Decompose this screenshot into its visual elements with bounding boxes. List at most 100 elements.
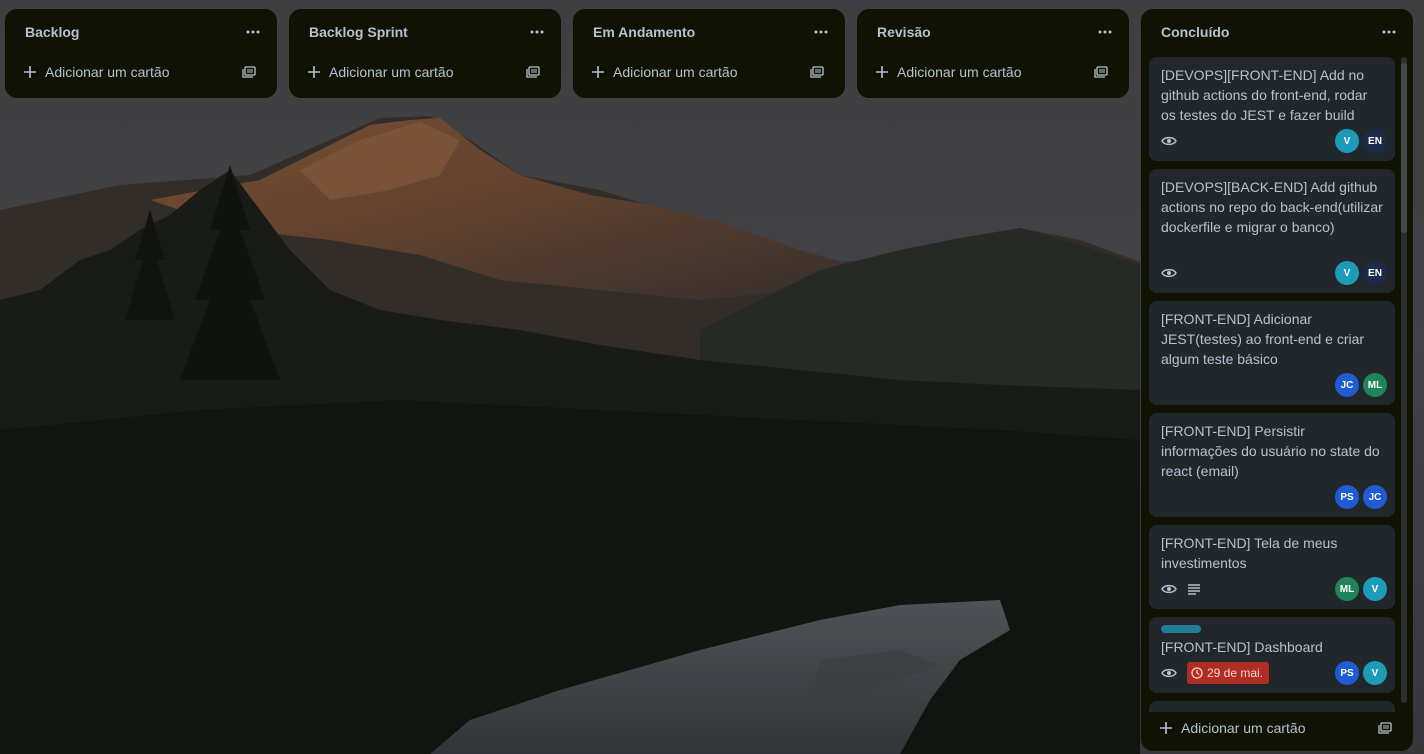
avatar[interactable]: ML (1335, 577, 1359, 601)
avatar[interactable]: JC (1363, 485, 1387, 509)
due-date-label: 29 de mai. (1207, 666, 1264, 680)
list-footer: Adicionar um cartão (581, 55, 837, 89)
plus-icon (1160, 722, 1172, 734)
template-icon (1094, 66, 1108, 78)
list-menu-button[interactable] (1093, 20, 1117, 44)
card-badges (1161, 267, 1177, 279)
avatar[interactable]: JC (1335, 373, 1359, 397)
card[interactable]: [DEVOPS][FRONT-END] Add no github action… (1149, 57, 1395, 161)
create-from-template-button[interactable] (1373, 716, 1397, 740)
avatar[interactable]: PS (1335, 485, 1359, 509)
card[interactable]: [FRONT-END] Persistir informações do usu… (1149, 413, 1395, 517)
avatar[interactable]: PS (1335, 661, 1359, 685)
add-card-label: Adicionar um cartão (45, 64, 170, 80)
list-footer: Adicionar um cartão (13, 55, 269, 89)
eye-icon (1161, 136, 1177, 146)
list-header: Backlog Sprint (289, 9, 561, 55)
list-title[interactable]: Em Andamento (593, 24, 695, 40)
list-title[interactable]: Backlog (25, 24, 79, 40)
list-em-andamento: Em Andamento Adicionar um cartão (573, 9, 845, 98)
create-from-template-button[interactable] (521, 60, 545, 84)
list-header: Em Andamento (573, 9, 845, 55)
card-title: [FRONT-END] Dashboard (1161, 639, 1323, 655)
more-horizontal-icon (1098, 30, 1112, 34)
card-footer: JC ML (1161, 373, 1387, 397)
eye-icon (1161, 668, 1177, 678)
card-members: PS V (1335, 661, 1387, 685)
add-card-label: Adicionar um cartão (1181, 720, 1306, 736)
list-menu-button[interactable] (525, 20, 549, 44)
card[interactable]: [FRONT-END] Tela de meus investimentos M… (1149, 525, 1395, 609)
card-title: [DEVOPS][BACK-END] Add github actions no… (1161, 179, 1383, 235)
list-menu-button[interactable] (241, 20, 265, 44)
avatar[interactable]: V (1363, 661, 1387, 685)
card-members: JC ML (1335, 373, 1387, 397)
add-card-button[interactable]: Adicionar um cartão (1159, 720, 1306, 736)
create-from-template-button[interactable] (805, 60, 829, 84)
card-badges: 29 de mai. (1161, 662, 1270, 684)
list-footer: Adicionar um cartão (1149, 711, 1405, 745)
card-list-scrollbar[interactable] (1401, 57, 1407, 703)
card[interactable]: [FRONT-END] Dashboard 29 de mai. PS V (1149, 617, 1395, 693)
list-header: Backlog (5, 9, 277, 55)
add-card-label: Adicionar um cartão (329, 64, 454, 80)
avatar[interactable]: ML (1363, 373, 1387, 397)
avatar[interactable]: V (1335, 129, 1359, 153)
card-title: [FRONT-END] Tela de meus investimentos (1161, 535, 1338, 571)
card-title: [FRONT-END] Adicionar JEST(testes) ao fr… (1161, 311, 1365, 367)
eye-icon (1161, 268, 1177, 278)
add-card-button[interactable]: Adicionar um cartão (23, 64, 170, 80)
card-footer: 29 de mai. PS V (1161, 661, 1387, 685)
list-header: Revisão (857, 9, 1129, 55)
more-horizontal-icon (1382, 30, 1396, 34)
plus-icon (308, 66, 320, 78)
template-icon (1378, 722, 1392, 734)
list-footer: Adicionar um cartão (297, 55, 553, 89)
create-from-template-button[interactable] (237, 60, 261, 84)
card-label[interactable] (1161, 625, 1201, 633)
list-revisao: Revisão Adicionar um cartão (857, 9, 1129, 98)
list-footer: Adicionar um cartão (865, 55, 1121, 89)
add-card-label: Adicionar um cartão (613, 64, 738, 80)
create-from-template-button[interactable] (1089, 60, 1113, 84)
plus-icon (24, 66, 36, 78)
template-icon (526, 66, 540, 78)
add-card-label: Adicionar um cartão (897, 64, 1022, 80)
list-menu-button[interactable] (809, 20, 833, 44)
plus-icon (876, 66, 888, 78)
more-horizontal-icon (530, 30, 544, 34)
list-title[interactable]: Revisão (877, 24, 931, 40)
more-horizontal-icon (246, 30, 260, 34)
board-canvas: Backlog Adicionar um cartão Backlog Spri… (0, 0, 1424, 754)
card-footer: ML V (1161, 577, 1387, 601)
card-list[interactable]: [DEVOPS][FRONT-END] Add no github action… (1149, 57, 1395, 712)
add-card-button[interactable]: Adicionar um cartão (307, 64, 454, 80)
list-backlog-sprint: Backlog Sprint Adicionar um cartão (289, 9, 561, 98)
clock-icon (1191, 667, 1203, 679)
list-title[interactable]: Backlog Sprint (309, 24, 408, 40)
scrollbar-thumb[interactable] (1401, 63, 1407, 233)
list-menu-button[interactable] (1377, 20, 1401, 44)
card-members: PS JC (1335, 485, 1387, 509)
more-horizontal-icon (814, 30, 828, 34)
due-date-badge[interactable]: 29 de mai. (1187, 662, 1270, 684)
add-card-button[interactable]: Adicionar um cartão (591, 64, 738, 80)
avatar[interactable]: V (1363, 577, 1387, 601)
card[interactable]: [FRONT-END] Adicionar JEST(testes) ao fr… (1149, 301, 1395, 405)
avatar[interactable]: V (1335, 261, 1359, 285)
card-members: V EN (1335, 129, 1387, 153)
plus-icon (592, 66, 604, 78)
card-badges (1161, 583, 1201, 595)
description-icon (1188, 584, 1200, 595)
card-members: ML V (1335, 577, 1387, 601)
avatar[interactable]: EN (1363, 129, 1387, 153)
avatar[interactable]: EN (1363, 261, 1387, 285)
list-title[interactable]: Concluído (1161, 24, 1229, 40)
card-title: [FRONT-END] Persistir informações do usu… (1161, 423, 1380, 479)
card-members: V EN (1335, 261, 1387, 285)
add-card-button[interactable]: Adicionar um cartão (875, 64, 1022, 80)
card-footer: V EN (1161, 129, 1387, 153)
card-badges (1161, 135, 1177, 147)
card-footer: V EN (1161, 261, 1387, 285)
card[interactable]: [DEVOPS][BACK-END] Add github actions no… (1149, 169, 1395, 293)
